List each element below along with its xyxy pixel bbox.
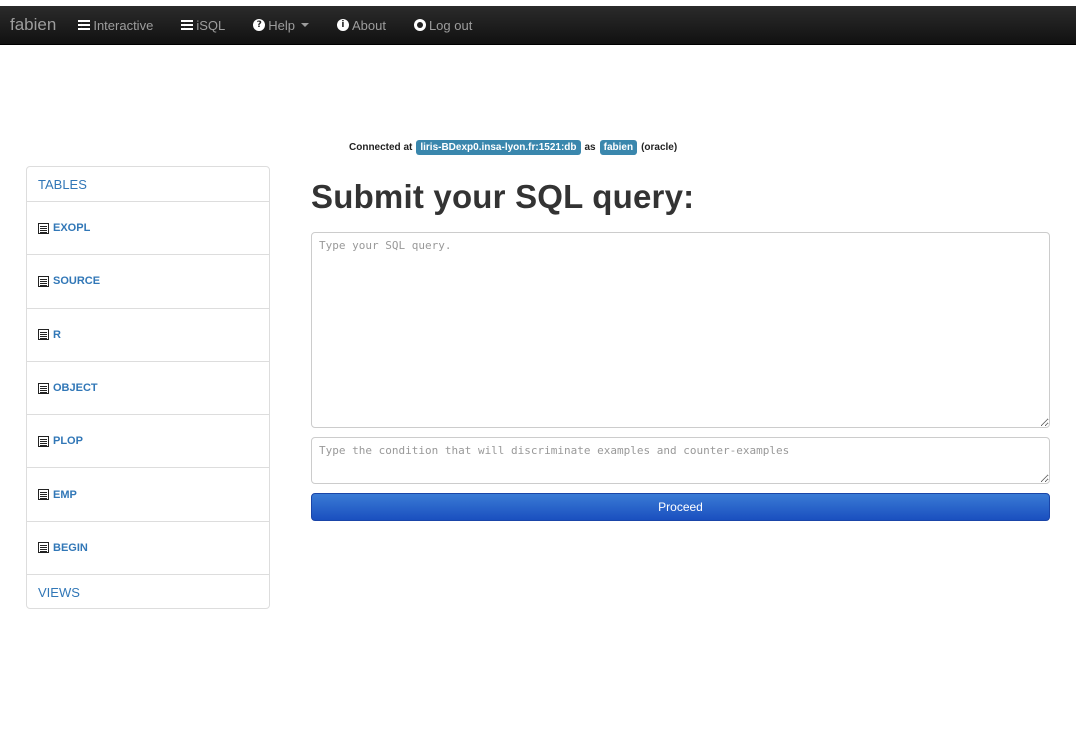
caret-down-icon — [300, 23, 309, 27]
sidebar-item-source[interactable]: SOURCE — [27, 255, 269, 309]
proceed-button[interactable]: Proceed — [311, 493, 1050, 521]
sql-query-input[interactable] — [311, 232, 1050, 428]
sidebar-item-label: PLOP — [53, 435, 83, 448]
nav-isql-label: iSQL — [196, 17, 226, 33]
list-icon — [78, 20, 91, 30]
sidebar-item-begin[interactable]: BEGIN — [27, 522, 269, 576]
nav-help-label: Help — [268, 17, 295, 33]
sidebar-item-object[interactable]: OBJECT — [27, 362, 269, 416]
table-icon — [38, 542, 49, 554]
nav-interactive-label: Interactive — [93, 17, 154, 33]
sidebar-views-header[interactable]: VIEWS — [27, 575, 269, 609]
list-icon — [181, 20, 194, 30]
schema-sidebar: TABLES EXOPL SOURCE R OBJECT PLOP EMP BE… — [26, 166, 270, 609]
host-badge: liris-BDexp0.insa-lyon.fr:1521:db — [416, 140, 581, 155]
nav-about-label: About — [351, 17, 386, 33]
power-icon — [413, 19, 426, 31]
brand-link[interactable]: fabien — [0, 15, 78, 35]
table-icon — [38, 222, 49, 234]
top-navbar: fabien Interactive iSQL ? Help i About L… — [0, 6, 1076, 45]
connection-suffix: (oracle) — [641, 142, 678, 153]
table-icon — [38, 329, 49, 341]
sidebar-item-label: EMP — [53, 488, 77, 501]
sidebar-tables-header[interactable]: TABLES — [27, 167, 269, 202]
connection-status: Connected at liris-BDexp0.insa-lyon.fr:1… — [349, 140, 677, 155]
user-badge: fabien — [599, 140, 638, 155]
sidebar-item-label: SOURCE — [53, 275, 101, 288]
sidebar-item-r[interactable]: R — [27, 309, 269, 362]
nav-isql[interactable]: iSQL — [181, 18, 225, 33]
sidebar-item-exopl[interactable]: EXOPL — [27, 202, 269, 256]
table-icon — [38, 382, 49, 394]
nav-about[interactable]: i About — [336, 17, 386, 33]
nav-logout-label: Log out — [428, 17, 473, 33]
sidebar-item-label: BEGIN — [53, 541, 88, 554]
table-icon — [38, 435, 49, 447]
connection-prefix: Connected at — [349, 142, 413, 153]
sidebar-item-label: OBJECT — [53, 382, 98, 395]
sidebar-item-emp[interactable]: EMP — [27, 468, 269, 522]
connection-as: as — [584, 142, 596, 153]
sidebar-item-label: R — [53, 328, 61, 341]
table-icon — [38, 489, 49, 501]
question-circle-icon: ? — [253, 19, 266, 31]
sidebar-item-label: EXOPL — [53, 222, 91, 235]
condition-input[interactable] — [311, 437, 1050, 484]
sidebar-item-plop[interactable]: PLOP — [27, 415, 269, 469]
nav-interactive[interactable]: Interactive — [78, 18, 153, 33]
nav-help-dropdown[interactable]: ? Help — [253, 18, 309, 33]
page-title: Submit your SQL query: — [311, 178, 695, 215]
table-icon — [38, 275, 49, 287]
nav-logout[interactable]: Log out — [413, 17, 473, 33]
info-circle-icon: i — [336, 19, 349, 31]
